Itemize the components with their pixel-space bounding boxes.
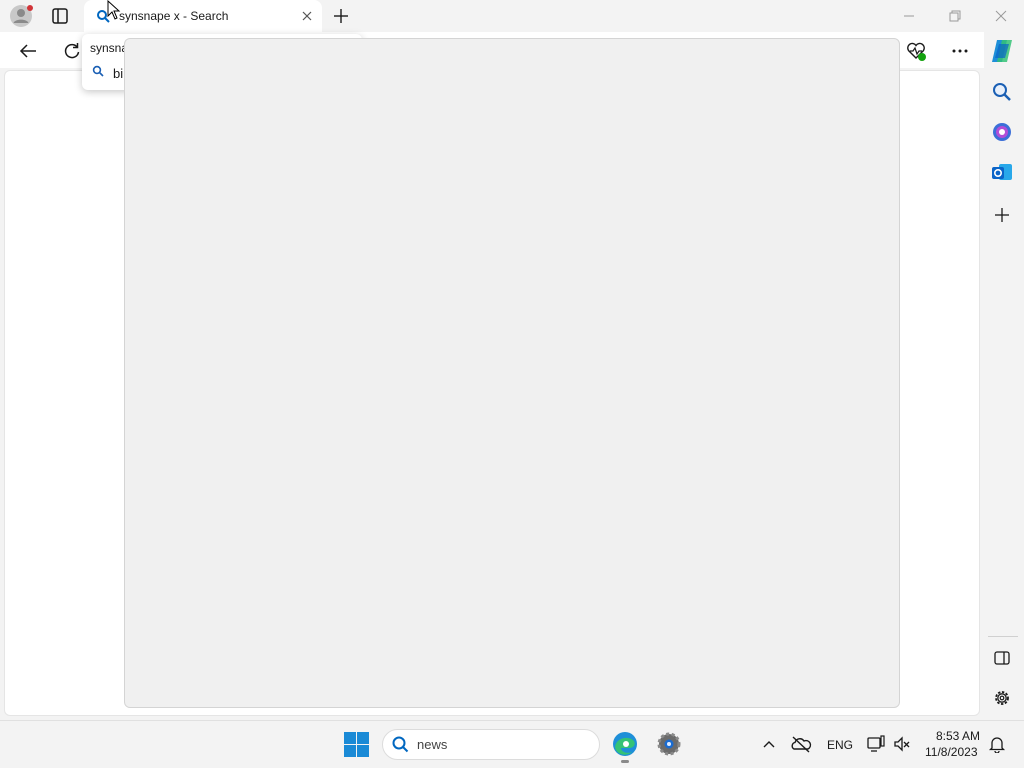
add-icon[interactable] (991, 204, 1013, 226)
overlay-panel (124, 38, 900, 708)
browser-essentials-icon[interactable] (905, 40, 927, 62)
more-options-icon[interactable] (950, 41, 970, 61)
close-tab-icon[interactable] (300, 9, 314, 23)
clock-time[interactable]: 8:53 AM (936, 729, 980, 743)
search-icon (392, 736, 409, 753)
clock-date[interactable]: 11/8/2023 (925, 745, 978, 759)
search-icon (92, 65, 104, 77)
suggestion-item[interactable]: bi (113, 66, 123, 81)
split-screen-icon[interactable] (991, 647, 1013, 669)
omnibox-typed-text[interactable]: synsna (90, 41, 128, 55)
windows-start-icon[interactable] (344, 732, 369, 757)
mouse-cursor-icon (107, 0, 121, 20)
notification-bell-icon[interactable] (988, 735, 1006, 753)
copilot-icon[interactable] (988, 38, 1016, 64)
onedrive-icon[interactable] (790, 735, 812, 753)
volume-muted-icon[interactable] (893, 735, 911, 753)
settings-icon[interactable] (991, 687, 1013, 709)
language-indicator[interactable]: ENG (827, 738, 853, 752)
refresh-icon[interactable] (62, 41, 82, 61)
tab-title: synsnape x - Search (119, 9, 229, 23)
network-icon[interactable] (866, 735, 886, 753)
back-icon[interactable] (18, 41, 38, 61)
office-icon[interactable] (991, 121, 1013, 143)
close-window-icon[interactable] (992, 8, 1010, 24)
search-icon[interactable] (991, 81, 1013, 103)
running-indicator (621, 760, 629, 763)
minimize-icon[interactable] (900, 8, 918, 24)
new-tab-icon[interactable] (332, 7, 350, 25)
notification-dot (27, 5, 33, 11)
sidebar-divider (988, 636, 1018, 637)
chevron-up-icon[interactable] (761, 736, 777, 752)
outlook-icon[interactable] (991, 161, 1013, 183)
settings-icon[interactable] (656, 731, 682, 757)
restore-icon[interactable] (946, 8, 964, 24)
edge-icon[interactable] (612, 731, 638, 757)
tab-actions-icon[interactable] (51, 7, 69, 25)
taskbar-search-input[interactable] (417, 735, 587, 753)
